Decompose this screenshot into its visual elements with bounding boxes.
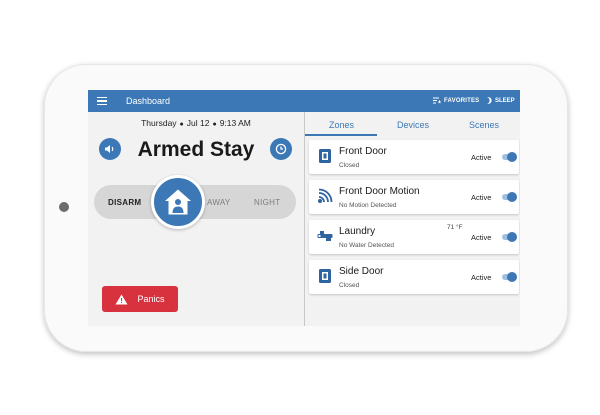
door-sensor-icon	[319, 149, 331, 163]
away-option[interactable]: AWAY	[207, 198, 231, 207]
day-label: Thursday	[141, 118, 177, 128]
panics-label: Panics	[137, 294, 165, 304]
sleep-label: SLEEP	[495, 97, 515, 104]
zone-card-front-door[interactable]: Front Door Closed Active	[309, 140, 519, 174]
tab-bar: Zones Devices Scenes	[305, 112, 520, 136]
toggle-knob	[507, 192, 517, 202]
zone-card-side-door[interactable]: Side Door Closed Active	[309, 260, 519, 294]
security-status-pane: Thursday ● Jul 12 ● 9:13 AM Armed Stay DISAR…	[88, 112, 304, 326]
tab-scenes[interactable]: Scenes	[469, 120, 499, 130]
arm-stay-handle[interactable]	[151, 175, 205, 229]
zone-card-front-door-motion[interactable]: Front Door Motion No Motion Detected Act…	[309, 180, 519, 214]
panics-button[interactable]: Panics	[102, 286, 178, 312]
clock-icon	[275, 143, 287, 155]
zone-name: Side Door	[339, 266, 384, 277]
zone-name: Laundry	[339, 226, 376, 237]
zone-state: Closed	[339, 282, 360, 289]
toggle-knob	[507, 152, 517, 162]
motion-sensor-icon	[318, 188, 333, 203]
zones-pane: Zones Devices Scenes Front Door Closed A…	[305, 112, 520, 326]
top-bar: Dashboard FAVORITES SLEEP	[88, 90, 520, 112]
time-label: 9:13 AM	[219, 118, 251, 128]
zone-state: No Water Detected	[339, 242, 395, 249]
camera-icon	[59, 202, 69, 212]
zone-state: Closed	[339, 162, 360, 169]
zone-status: Active	[471, 273, 492, 282]
favorites-label: FAVORITES	[444, 97, 480, 104]
warning-icon	[115, 294, 128, 304]
separator-dot: ●	[212, 121, 217, 128]
zone-status: Active	[471, 233, 492, 242]
zone-toggle[interactable]	[502, 232, 517, 242]
zone-card-laundry[interactable]: Laundry No Water Detected 71 °F Active	[309, 220, 519, 254]
door-sensor-icon	[319, 269, 331, 283]
toggle-knob	[507, 232, 517, 242]
date-label: Jul 12	[186, 118, 210, 128]
active-tab-indicator	[305, 134, 377, 136]
zone-state: No Motion Detected	[339, 202, 397, 209]
tab-zones[interactable]: Zones	[329, 120, 354, 130]
toggle-knob	[507, 272, 517, 282]
zone-status: Active	[471, 153, 492, 162]
separator-dot: ●	[179, 121, 184, 128]
date-time: Thursday ● Jul 12 ● 9:13 AM	[88, 118, 304, 128]
favorites-icon	[433, 97, 441, 104]
zone-status: Active	[471, 193, 492, 202]
disarm-option[interactable]: DISARM	[108, 198, 141, 207]
page-title: Dashboard	[126, 96, 171, 106]
arm-mode-slider[interactable]: DISARM AWAY NIGHT	[94, 175, 296, 229]
zone-name: Front Door	[339, 146, 387, 157]
zone-toggle[interactable]	[502, 272, 517, 282]
menu-icon[interactable]	[97, 97, 107, 106]
panel-screen: Dashboard FAVORITES SLEEP Thursday ● Jul 1…	[88, 90, 520, 326]
zone-name: Front Door Motion	[339, 186, 420, 197]
water-sensor-icon	[317, 231, 333, 241]
home-person-icon	[165, 189, 191, 215]
sleep-button[interactable]: SLEEP	[486, 97, 515, 104]
zone-toggle[interactable]	[502, 152, 517, 162]
favorites-button[interactable]: FAVORITES	[433, 97, 479, 104]
zone-toggle[interactable]	[502, 192, 517, 202]
moon-icon	[487, 97, 492, 104]
zone-temperature: 71 °F	[447, 224, 463, 231]
tab-devices[interactable]: Devices	[397, 120, 429, 130]
timer-button[interactable]	[270, 138, 292, 160]
night-option[interactable]: NIGHT	[254, 198, 280, 207]
